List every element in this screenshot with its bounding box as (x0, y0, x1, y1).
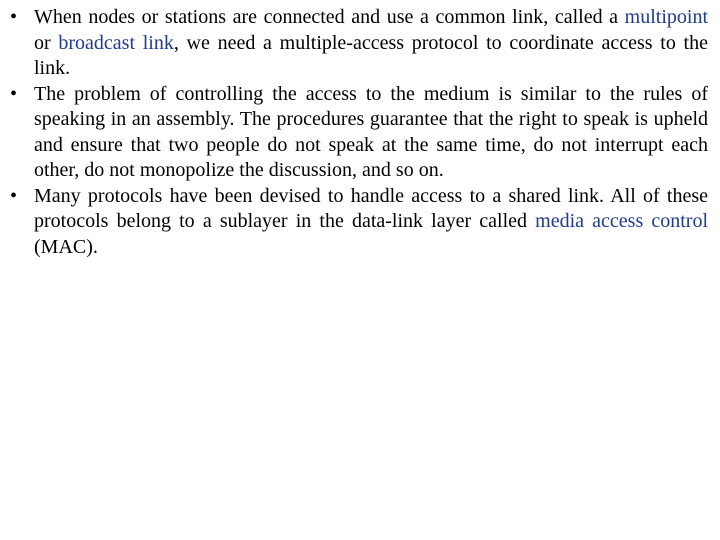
text-segment: The problem of controlling the access to… (34, 82, 708, 182)
text-segment: or (34, 31, 59, 54)
highlighted-term: multipoint (624, 6, 708, 28)
text-segment: (MAC). (34, 235, 98, 258)
bullet-icon: • (10, 184, 18, 207)
bullet-item: • When nodes or stations are connected an… (0, 5, 720, 82)
highlighted-term: broadcast link (58, 31, 174, 54)
bullet-icon: • (10, 82, 18, 105)
bullet-item: • The problem of controlling the access t… (0, 82, 720, 184)
bullet-item: • Many protocols have been devised to han… (0, 184, 720, 261)
text-segment: When nodes or stations are connected and… (34, 6, 625, 28)
bullet-list: • When nodes or stations are connected an… (0, 5, 720, 260)
bullet-icon: • (10, 6, 18, 28)
highlighted-term: media access control (535, 210, 709, 232)
